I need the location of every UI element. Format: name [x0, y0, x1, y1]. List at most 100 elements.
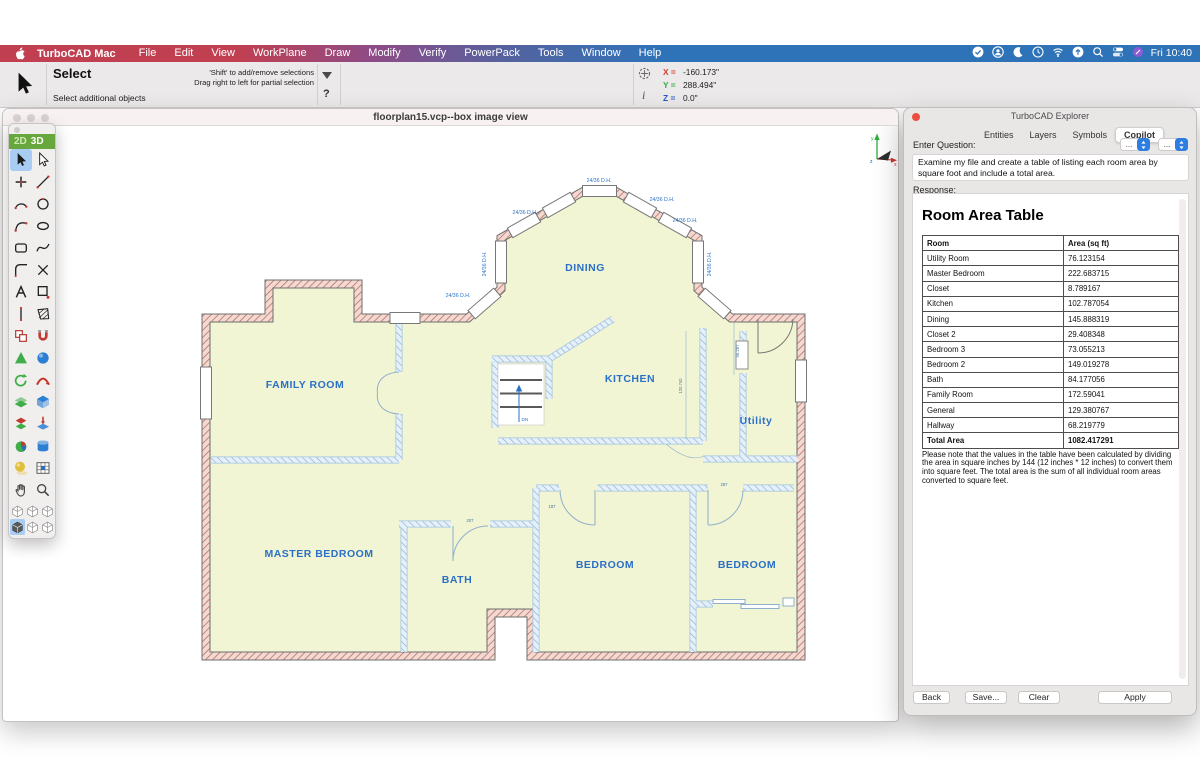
view-tool-2[interactable]	[25, 503, 40, 519]
menu-verify[interactable]: Verify	[410, 45, 456, 62]
tab-entities[interactable]: Entities	[976, 128, 1022, 142]
tool-pan-icon[interactable]	[10, 479, 32, 501]
tool-segment-icon[interactable]	[10, 303, 32, 325]
tool-stack-icon[interactable]	[10, 413, 32, 435]
tool-rendermode-icon[interactable]	[32, 457, 54, 479]
tool-layers-icon[interactable]	[10, 391, 32, 413]
tool-cross-icon[interactable]	[32, 259, 54, 281]
view-tool-3[interactable]	[40, 503, 55, 519]
tool-cursor-outline-icon[interactable]	[32, 149, 54, 171]
menu-draw[interactable]: Draw	[316, 45, 360, 62]
tool-fillet-icon[interactable]	[10, 259, 32, 281]
view-tool-1[interactable]	[10, 503, 25, 519]
tool-ellipse-icon[interactable]	[32, 215, 54, 237]
tool-bend-icon[interactable]	[32, 369, 54, 391]
tool-cylinder-icon[interactable]	[32, 435, 54, 457]
tool-dropdown-arrow-icon[interactable]	[322, 72, 332, 79]
view-tool-6[interactable]	[40, 519, 55, 535]
explorer-title-bar[interactable]: TurboCAD Explorer	[904, 108, 1196, 123]
window-zoom-button[interactable]	[41, 114, 49, 122]
tool-curve-icon[interactable]	[10, 215, 32, 237]
tool-cursor-filled-icon[interactable]	[10, 149, 32, 171]
menu-help[interactable]: Help	[630, 45, 671, 62]
history-dropdown-value: ...	[1121, 139, 1137, 150]
model-dropdown[interactable]: ...	[1158, 138, 1188, 151]
drawing-canvas[interactable]: 24/36 D.H. 24/36 D.H. 24/36 D.H. 24/36 D…	[2, 108, 899, 722]
tool-cone-icon[interactable]	[10, 347, 32, 369]
save-button[interactable]: Save...	[965, 691, 1007, 704]
palette-close-button[interactable]	[14, 127, 20, 133]
menu-clock[interactable]: Fri 10:40	[1151, 45, 1192, 62]
table-row: Hallway68.219779	[923, 418, 1179, 433]
clock-icon[interactable]	[1032, 46, 1044, 61]
table-row: Closet8.789167	[923, 281, 1179, 296]
z-label: Z =	[663, 92, 683, 105]
tool-point-icon[interactable]	[10, 171, 32, 193]
table-row: Bedroom 2149.019278	[923, 357, 1179, 372]
question-label: Enter Question:	[913, 140, 976, 150]
search-icon[interactable]	[1092, 46, 1104, 61]
mode-3d[interactable]: 3D	[31, 136, 44, 147]
menu-file[interactable]: File	[130, 45, 166, 62]
active-tool-name: Select	[53, 66, 91, 81]
table-header-row: RoomArea (sq ft)	[923, 236, 1179, 251]
menu-powerpack[interactable]: PowerPack	[455, 45, 529, 62]
tool-zoom-icon[interactable]	[32, 479, 54, 501]
tool-circle-icon[interactable]	[32, 193, 54, 215]
room-label: BEDROOM	[718, 559, 776, 571]
table-row: Bath84.177056	[923, 372, 1179, 387]
menu-edit[interactable]: Edit	[165, 45, 202, 62]
tool-press-icon[interactable]	[32, 413, 54, 435]
tool-help-button[interactable]: ?	[323, 88, 330, 100]
tool-line-icon[interactable]	[32, 171, 54, 193]
check-circle-icon[interactable]	[972, 46, 984, 61]
tool-polygon-icon[interactable]	[32, 281, 54, 303]
tool-duplicate-icon[interactable]	[10, 325, 32, 347]
mode-2d[interactable]: 2D	[9, 136, 31, 147]
tool-ball-icon[interactable]	[10, 457, 32, 479]
window-minimize-button[interactable]	[27, 114, 35, 122]
menu-workplane[interactable]: WorkPlane	[244, 45, 316, 62]
window-close-button[interactable]	[13, 114, 21, 122]
explorer-close-button[interactable]	[912, 113, 920, 121]
tool-rotate-icon[interactable]	[10, 369, 32, 391]
tab-symbols[interactable]: Symbols	[1065, 128, 1116, 142]
window-title-bar[interactable]: floorplan15.vcp--box image view	[3, 109, 898, 126]
id-badge-icon[interactable]	[992, 46, 1004, 61]
app-icon[interactable]	[1132, 46, 1144, 61]
tab-layers[interactable]: Layers	[1022, 128, 1065, 142]
tool-cube-icon[interactable]	[32, 391, 54, 413]
history-dropdown[interactable]: ...	[1120, 138, 1150, 151]
room-label: Utility	[740, 415, 773, 427]
svg-text:z: z	[870, 159, 873, 165]
menu-tools[interactable]: Tools	[529, 45, 573, 62]
view-tool-4[interactable]	[10, 519, 25, 535]
menu-window[interactable]: Window	[573, 45, 630, 62]
tool-hatch-icon[interactable]	[32, 303, 54, 325]
response-scrollbar[interactable]	[1179, 199, 1186, 679]
app-menu[interactable]: TurboCAD Mac	[37, 48, 116, 60]
tool-spline-icon[interactable]	[32, 237, 54, 259]
back-button[interactable]: Back	[913, 691, 950, 704]
tool-sphere-icon[interactable]	[32, 347, 54, 369]
inspector-icon[interactable]: i	[642, 88, 645, 103]
table-row: Utility Room76.123154	[923, 251, 1179, 266]
control-center-icon[interactable]	[1112, 46, 1124, 61]
apple-menu-icon[interactable]	[14, 47, 27, 60]
question-input[interactable]: Examine my file and create a table of li…	[912, 154, 1189, 181]
tracking-mode-icon[interactable]	[638, 67, 651, 80]
tool-magnet-icon[interactable]	[32, 325, 54, 347]
menu-modify[interactable]: Modify	[359, 45, 409, 62]
tool-roundrect-icon[interactable]	[10, 237, 32, 259]
tool-arc-icon[interactable]	[10, 193, 32, 215]
view-tool-5[interactable]	[25, 519, 40, 535]
menu-view[interactable]: View	[202, 45, 244, 62]
tool-pie-icon[interactable]	[10, 435, 32, 457]
mode-toggle[interactable]: 2D 3D	[9, 134, 55, 149]
tool-text-icon[interactable]	[10, 281, 32, 303]
apply-button[interactable]: Apply	[1098, 691, 1172, 704]
moon-icon[interactable]	[1012, 46, 1024, 61]
clear-button[interactable]: Clear	[1018, 691, 1060, 704]
update-icon[interactable]	[1072, 46, 1084, 61]
wifi-icon[interactable]	[1052, 46, 1064, 61]
